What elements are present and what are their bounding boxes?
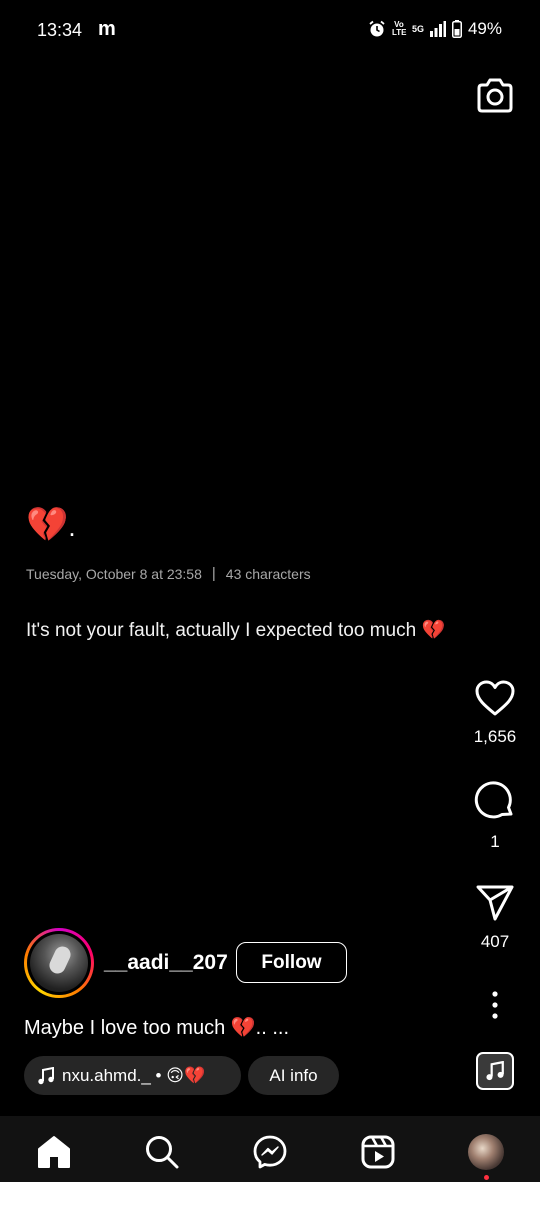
reel-screen: 13:34 m Vo LTE 5G 49% 💔. Tuesday, Octobe… [0, 0, 540, 1182]
like-action[interactable]: 1,656 [465, 679, 525, 747]
nav-profile[interactable] [466, 1132, 506, 1172]
author-username[interactable]: __aadi__207 [104, 951, 228, 975]
alarm-icon [369, 20, 385, 37]
battery-icon [451, 20, 462, 38]
music-chip-label: nxu.ahmd._ • 🙃💔 [62, 1065, 206, 1085]
nav-messenger[interactable] [250, 1132, 290, 1172]
ai-info-label: AI info [269, 1065, 318, 1085]
camera-button[interactable] [475, 76, 515, 116]
post-body-text: It's not your fault, actually I expected… [26, 620, 446, 641]
avatar-inner [27, 931, 91, 995]
comment-count: 1 [490, 832, 500, 851]
nav-search[interactable] [142, 1132, 182, 1172]
signal-icon [429, 21, 446, 37]
status-time: 13:34 [37, 20, 83, 40]
post-meta-separator: | [211, 565, 216, 582]
music-chip[interactable]: nxu.ahmd._ • 🙃💔 [24, 1056, 241, 1095]
post-caption[interactable]: Maybe I love too much 💔.. ... [24, 1015, 289, 1040]
profile-avatar [468, 1134, 504, 1170]
post-date: Tuesday, October 8 at 23:58 [26, 565, 202, 582]
battery-percent: 49% [467, 19, 502, 38]
send-icon[interactable] [475, 884, 515, 922]
status-indicators: Vo LTE 5G 49% [368, 19, 502, 39]
status-bar: 13:34 m Vo LTE 5G 49% [0, 0, 540, 62]
reels-icon [361, 1135, 395, 1169]
camera-icon [477, 78, 513, 113]
music-note-icon [486, 1061, 504, 1081]
share-count: 407 [480, 932, 510, 951]
audio-thumbnail[interactable] [476, 1052, 514, 1090]
profile-notification-dot [484, 1175, 489, 1180]
network-5g-indicator: 5G [411, 24, 424, 34]
post-meta: Tuesday, October 8 at 23:58 | 43 charact… [26, 565, 311, 582]
messenger-icon [253, 1135, 287, 1169]
follow-button[interactable]: Follow [236, 942, 347, 983]
author-avatar[interactable] [24, 928, 94, 998]
share-action[interactable]: 407 [465, 884, 525, 952]
home-icon [38, 1136, 70, 1168]
more-vertical-icon[interactable] [490, 990, 500, 1020]
bottom-nav [0, 1116, 540, 1182]
comment-icon[interactable] [474, 780, 516, 822]
post-emoji: 💔. [26, 505, 76, 547]
volte-indicator: Vo LTE [391, 20, 407, 37]
music-note-icon [38, 1066, 54, 1084]
nav-reels[interactable] [358, 1132, 398, 1172]
more-options-button[interactable] [465, 990, 525, 1020]
post-emoji-dot: . [68, 512, 76, 542]
search-icon [146, 1136, 179, 1169]
avatar-image [30, 934, 88, 992]
status-app-indicator: m [98, 18, 116, 40]
post-char-count: 43 characters [225, 565, 311, 582]
nav-home[interactable] [34, 1132, 74, 1172]
like-count: 1,656 [473, 727, 517, 746]
comment-action[interactable]: 1 [465, 780, 525, 852]
heart-icon[interactable] [474, 679, 516, 717]
broken-heart-emoji: 💔 [26, 506, 69, 544]
ai-info-chip[interactable]: AI info [248, 1056, 339, 1095]
